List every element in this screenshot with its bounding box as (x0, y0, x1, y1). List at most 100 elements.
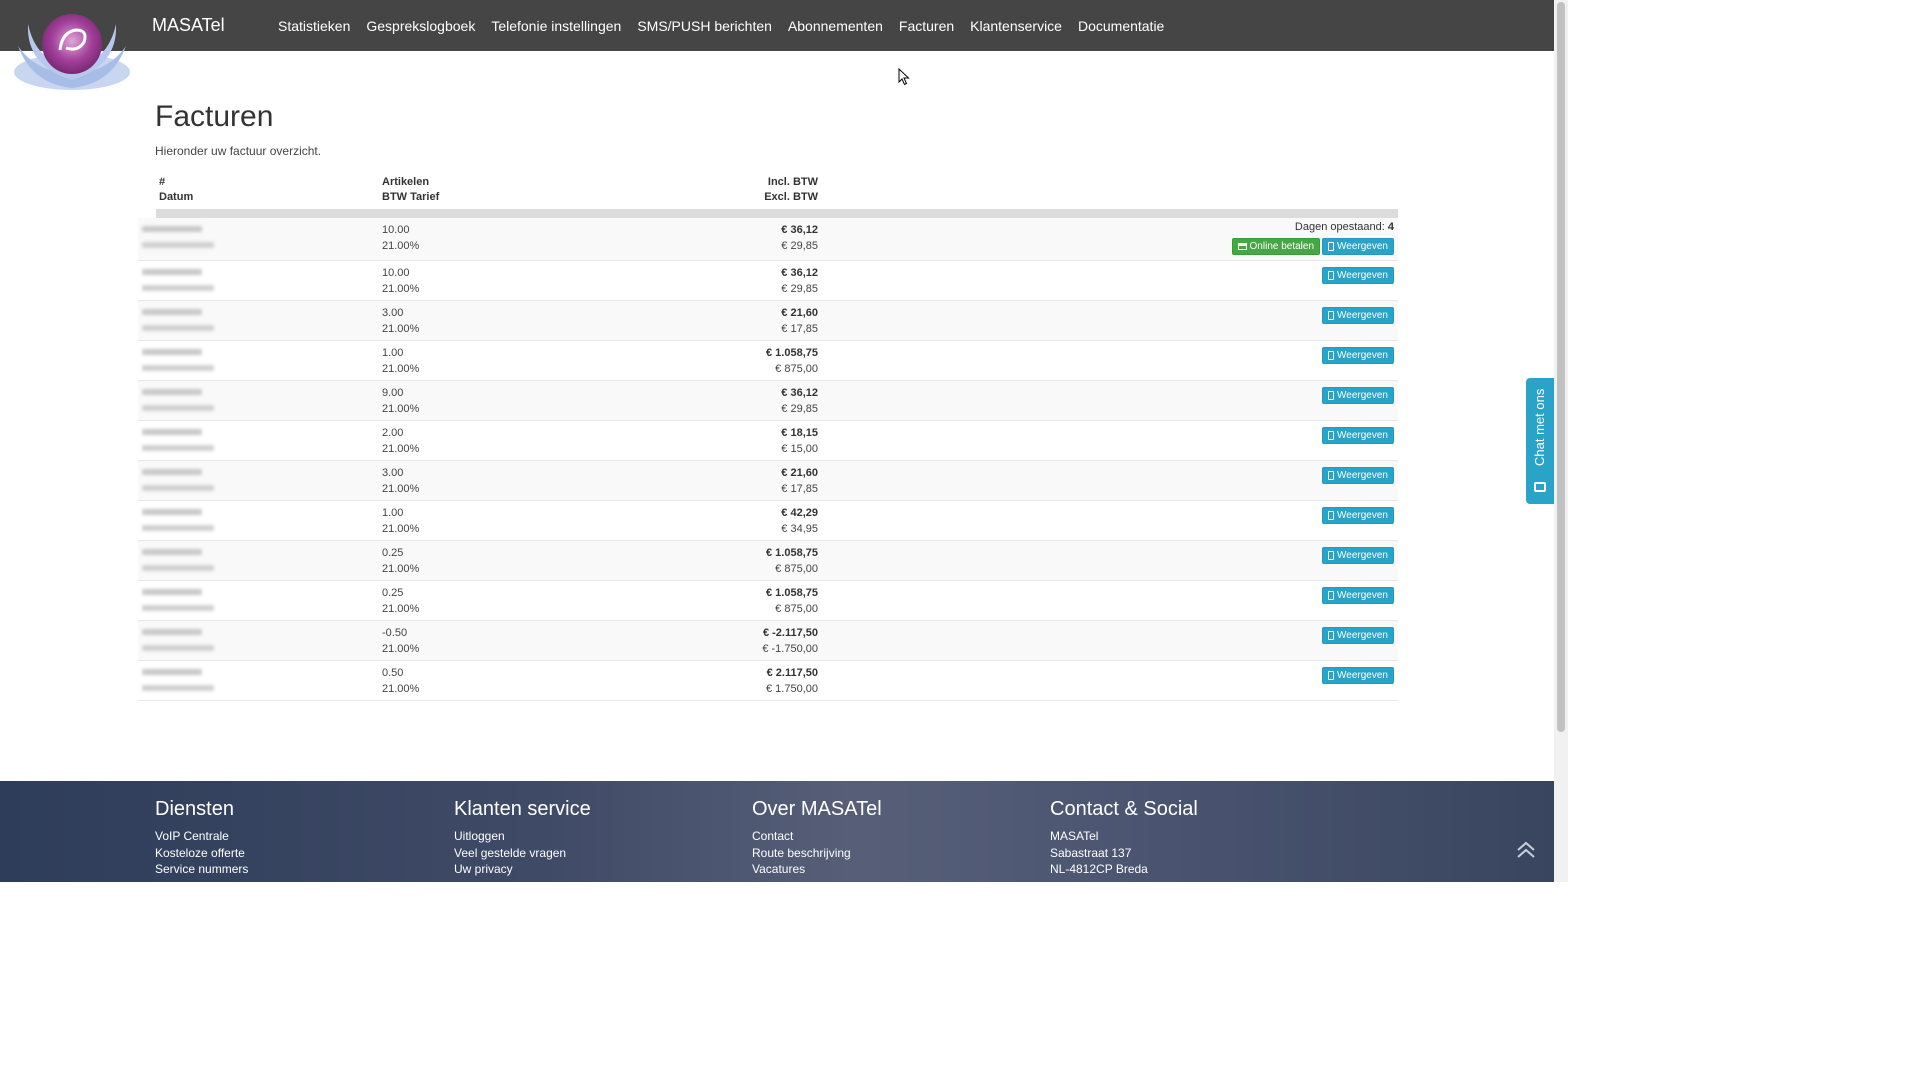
view-invoice-button[interactable]: Weergeven (1322, 307, 1394, 324)
blurred-invoice-date (142, 445, 214, 451)
footer-link[interactable]: Uitloggen (454, 828, 591, 845)
chat-label: Chat met ons (1532, 388, 1547, 466)
view-invoice-button[interactable]: Weergeven (1322, 587, 1394, 604)
table-row: 1.00 21.00% € 42,29 € 34,95 Weergeven (138, 501, 1398, 541)
footer-heading: Klanten service (454, 798, 591, 820)
view-invoice-button[interactable]: Weergeven (1322, 627, 1394, 644)
row-actions: Weergeven (1322, 307, 1394, 324)
view-invoice-button[interactable]: Weergeven (1322, 387, 1394, 404)
footer-link[interactable]: Contact (752, 828, 882, 845)
nav-documentatie[interactable]: Documentatie (1070, 18, 1172, 34)
nav-statistieken[interactable]: Statistieken (270, 18, 358, 34)
mouse-cursor (898, 68, 910, 86)
amount-excl-vat: € 875,00 (775, 563, 818, 575)
amount-excl-vat: € 29,85 (781, 403, 818, 415)
view-invoice-button[interactable]: Weergeven (1322, 507, 1394, 524)
footer-link[interactable]: VoIP Centrale (155, 828, 248, 845)
blurred-invoice-date (142, 242, 214, 248)
articles-value: 0.25 (382, 547, 404, 559)
view-invoice-button[interactable]: Weergeven (1322, 238, 1394, 255)
footer-link[interactable]: Vacatures (752, 861, 882, 878)
footer-col-klanten-service: Klanten service Uitloggen Veel gestelde … (454, 798, 591, 878)
amount-excl-vat: € 29,85 (781, 283, 818, 295)
logo-lotus[interactable] (12, 6, 132, 92)
amount-cell: € 21,60 € 17,85 (698, 305, 818, 337)
page-title: Facturen (155, 100, 274, 133)
nav-sms-push-berichten[interactable]: SMS/PUSH berichten (629, 18, 780, 34)
blurred-invoice-date (142, 365, 214, 371)
amount-incl-vat: € 1.058,75 (766, 547, 818, 559)
chevron-up-icon[interactable] (1515, 839, 1537, 861)
vat-rate-value: 21.00% (382, 283, 420, 295)
amount-cell: € 42,29 € 34,95 (698, 505, 818, 537)
footer-heading: Over MASATel (752, 798, 882, 820)
row-actions: Weergeven (1322, 267, 1394, 284)
articles-cell: 2.00 21.00% (382, 425, 419, 457)
footer-heading: Diensten (155, 798, 234, 820)
blurred-invoice-date (142, 645, 214, 651)
vat-rate-value: 21.00% (382, 643, 420, 655)
table-row: 0.25 21.00% € 1.058,75 € 875,00 Weergeven (138, 541, 1398, 581)
document-icon (1328, 311, 1335, 320)
view-invoice-button[interactable]: Weergeven (1322, 427, 1394, 444)
nav-facturen[interactable]: Facturen (891, 18, 962, 34)
pay-online-label: Online betalen (1249, 241, 1315, 252)
header-date: Datum (159, 191, 194, 203)
nav-abonnementen[interactable]: Abonnementen (780, 18, 891, 34)
scrollbar-thumb[interactable] (1557, 2, 1565, 732)
days-outstanding-value: 4 (1387, 221, 1394, 233)
articles-value: -0.50 (382, 627, 408, 639)
table-row: 0.25 21.00% € 1.058,75 € 875,00 Weergeven (138, 581, 1398, 621)
footer-col-diensten: Diensten VoIP Centrale Kosteloze offerte… (155, 798, 248, 878)
blurred-invoice-date (142, 605, 214, 611)
table-row: 0.50 21.00% € 2.117,50 € 1.750,00 Weergeven (138, 661, 1398, 701)
row-actions: Weergeven (1322, 427, 1394, 444)
amount-excl-vat: € 17,85 (781, 483, 818, 495)
document-icon (1328, 551, 1335, 560)
table-row: 2.00 21.00% € 18,15 € 15,00 Weergeven (138, 421, 1398, 461)
vat-rate-value: 21.00% (382, 323, 420, 335)
row-actions: Weergeven (1322, 547, 1394, 564)
row-actions: Weergeven (1322, 627, 1394, 644)
document-icon (1328, 671, 1335, 680)
nav-klantenservice[interactable]: Klantenservice (962, 18, 1070, 34)
view-invoice-label: Weergeven (1337, 670, 1388, 681)
page-scrollbar[interactable] (1554, 0, 1568, 882)
articles-value: 2.00 (382, 427, 404, 439)
view-invoice-button[interactable]: Weergeven (1322, 667, 1394, 684)
chat-widget[interactable]: Chat met ons (1526, 378, 1554, 504)
articles-cell: 0.25 21.00% (382, 585, 419, 617)
amount-cell: € 1.058,75 € 875,00 (698, 345, 818, 377)
blurred-invoice-date (142, 485, 214, 491)
amount-incl-vat: € 36,12 (781, 267, 818, 279)
nav-gesprekslogboek[interactable]: Gesprekslogboek (358, 18, 483, 34)
footer-link[interactable]: Uw privacy (454, 861, 591, 878)
brand-name[interactable]: MASATel (152, 15, 225, 36)
header-divider (156, 209, 1398, 218)
pay-online-button[interactable]: Online betalen (1231, 238, 1321, 255)
footer-link[interactable]: Route beschrijving (752, 845, 882, 862)
view-invoice-button[interactable]: Weergeven (1322, 467, 1394, 484)
articles-cell: 3.00 21.00% (382, 465, 419, 497)
view-invoice-label: Weergeven (1337, 510, 1388, 521)
footer-link[interactable]: Veel gestelde vragen (454, 845, 591, 862)
footer-link[interactable]: Kosteloze offerte (155, 845, 248, 862)
footer-col-over-masatel: Over MASATel Contact Route beschrijving … (752, 798, 882, 878)
invoices-table: # Datum Artikelen BTW Tarief Incl. BTW E… (138, 171, 1398, 701)
view-invoice-button[interactable]: Weergeven (1322, 267, 1394, 284)
row-actions: Weergeven (1322, 507, 1394, 524)
header-incl-vat: Incl. BTW (767, 176, 818, 188)
view-invoice-label: Weergeven (1337, 241, 1388, 252)
articles-value: 10.00 (382, 267, 410, 279)
row-actions: Weergeven (1322, 467, 1394, 484)
articles-value: 1.00 (382, 347, 404, 359)
amount-incl-vat: € 18,15 (781, 427, 818, 439)
footer-link[interactable]: Service nummers (155, 861, 248, 878)
view-invoice-button[interactable]: Weergeven (1322, 347, 1394, 364)
amount-incl-vat: € 21,60 (781, 307, 818, 319)
blurred-invoice-number (142, 429, 202, 435)
view-invoice-button[interactable]: Weergeven (1322, 547, 1394, 564)
header-vat-rate: BTW Tarief (382, 191, 440, 203)
table-row: -0.50 21.00% € -2.117,50 € -1.750,00 Weergev… (138, 621, 1398, 661)
nav-telefonie-instellingen[interactable]: Telefonie instellingen (483, 18, 629, 34)
